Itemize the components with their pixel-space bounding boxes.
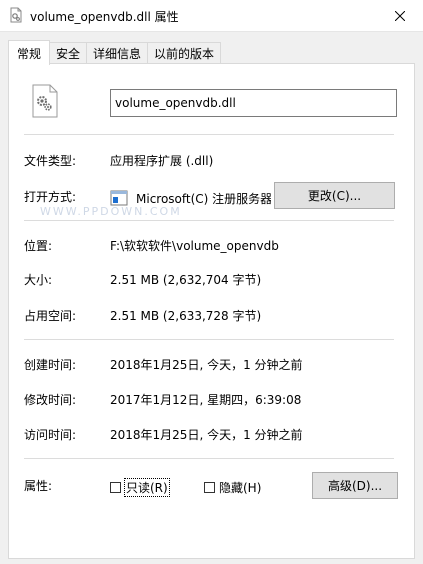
- watermark: WWW.PPDOWN.COM: [40, 205, 182, 218]
- advanced-button-label: 高级(D)...: [327, 479, 383, 493]
- modified-label: 修改时间:: [24, 393, 77, 407]
- hidden-checkbox[interactable]: 隐藏(H): [204, 479, 261, 496]
- tab-label: 安全: [56, 47, 81, 61]
- tab-strip: 常规 安全 详细信息 以前的版本: [8, 40, 222, 65]
- attributes-label: 属性:: [24, 479, 53, 493]
- created-value: 2018年1月25日, 今天，1 分钟之前: [110, 358, 303, 372]
- dll-gear-file-icon: [31, 84, 59, 118]
- modified-value: 2017年1月12日, 星期四，6:39:08: [110, 393, 302, 407]
- separator: [24, 339, 394, 340]
- title-bar: volume_openvdb.dll 属性: [0, 0, 423, 32]
- size-on-disk-value: 2.51 MB (2,633,728 字节): [110, 309, 262, 323]
- tab-label: 以前的版本: [154, 47, 215, 61]
- opens-with-label: 打开方式:: [24, 190, 77, 204]
- checkbox-box[interactable]: [110, 482, 121, 493]
- accessed-value: 2018年1月25日, 今天，1 分钟之前: [110, 428, 303, 442]
- close-button[interactable]: [377, 0, 423, 31]
- separator: [24, 134, 394, 135]
- checkbox-box[interactable]: [204, 482, 215, 493]
- tab-details[interactable]: 详细信息: [86, 42, 149, 64]
- separator: [24, 220, 394, 221]
- created-label: 创建时间:: [24, 358, 77, 372]
- dll-file-icon: [8, 7, 24, 23]
- advanced-button[interactable]: 高级(D)...: [312, 472, 398, 499]
- readonly-checkbox[interactable]: 只读(R): [110, 478, 170, 497]
- tab-label: 常规: [17, 46, 42, 61]
- close-icon: [395, 10, 405, 21]
- hidden-label: 隐藏(H): [219, 481, 262, 495]
- tab-general[interactable]: 常规: [8, 40, 51, 65]
- tab-security[interactable]: 安全: [49, 42, 88, 64]
- filename-input[interactable]: [110, 89, 397, 117]
- size-value: 2.51 MB (2,632,704 字节): [110, 273, 262, 287]
- change-button-label: 更改(C)...: [307, 189, 362, 203]
- window-title: volume_openvdb.dll 属性: [30, 10, 179, 24]
- separator: [24, 458, 394, 459]
- accessed-label: 访问时间:: [24, 428, 77, 442]
- file-type-label: 文件类型:: [24, 154, 77, 168]
- readonly-label: 只读(R): [124, 478, 170, 497]
- tab-label: 详细信息: [93, 47, 142, 61]
- location-label: 位置:: [24, 239, 53, 253]
- tab-previous-versions[interactable]: 以前的版本: [147, 42, 222, 64]
- size-on-disk-label: 占用空间:: [24, 309, 77, 323]
- general-panel: 文件类型: 应用程序扩展 (.dll) 打开方式: Microsoft(C) 注…: [8, 63, 415, 559]
- size-label: 大小:: [24, 273, 53, 287]
- file-type-value: 应用程序扩展 (.dll): [110, 154, 214, 168]
- location-value: F:\软软软件\volume_openvdb: [110, 239, 279, 253]
- change-button[interactable]: 更改(C)...: [274, 182, 395, 209]
